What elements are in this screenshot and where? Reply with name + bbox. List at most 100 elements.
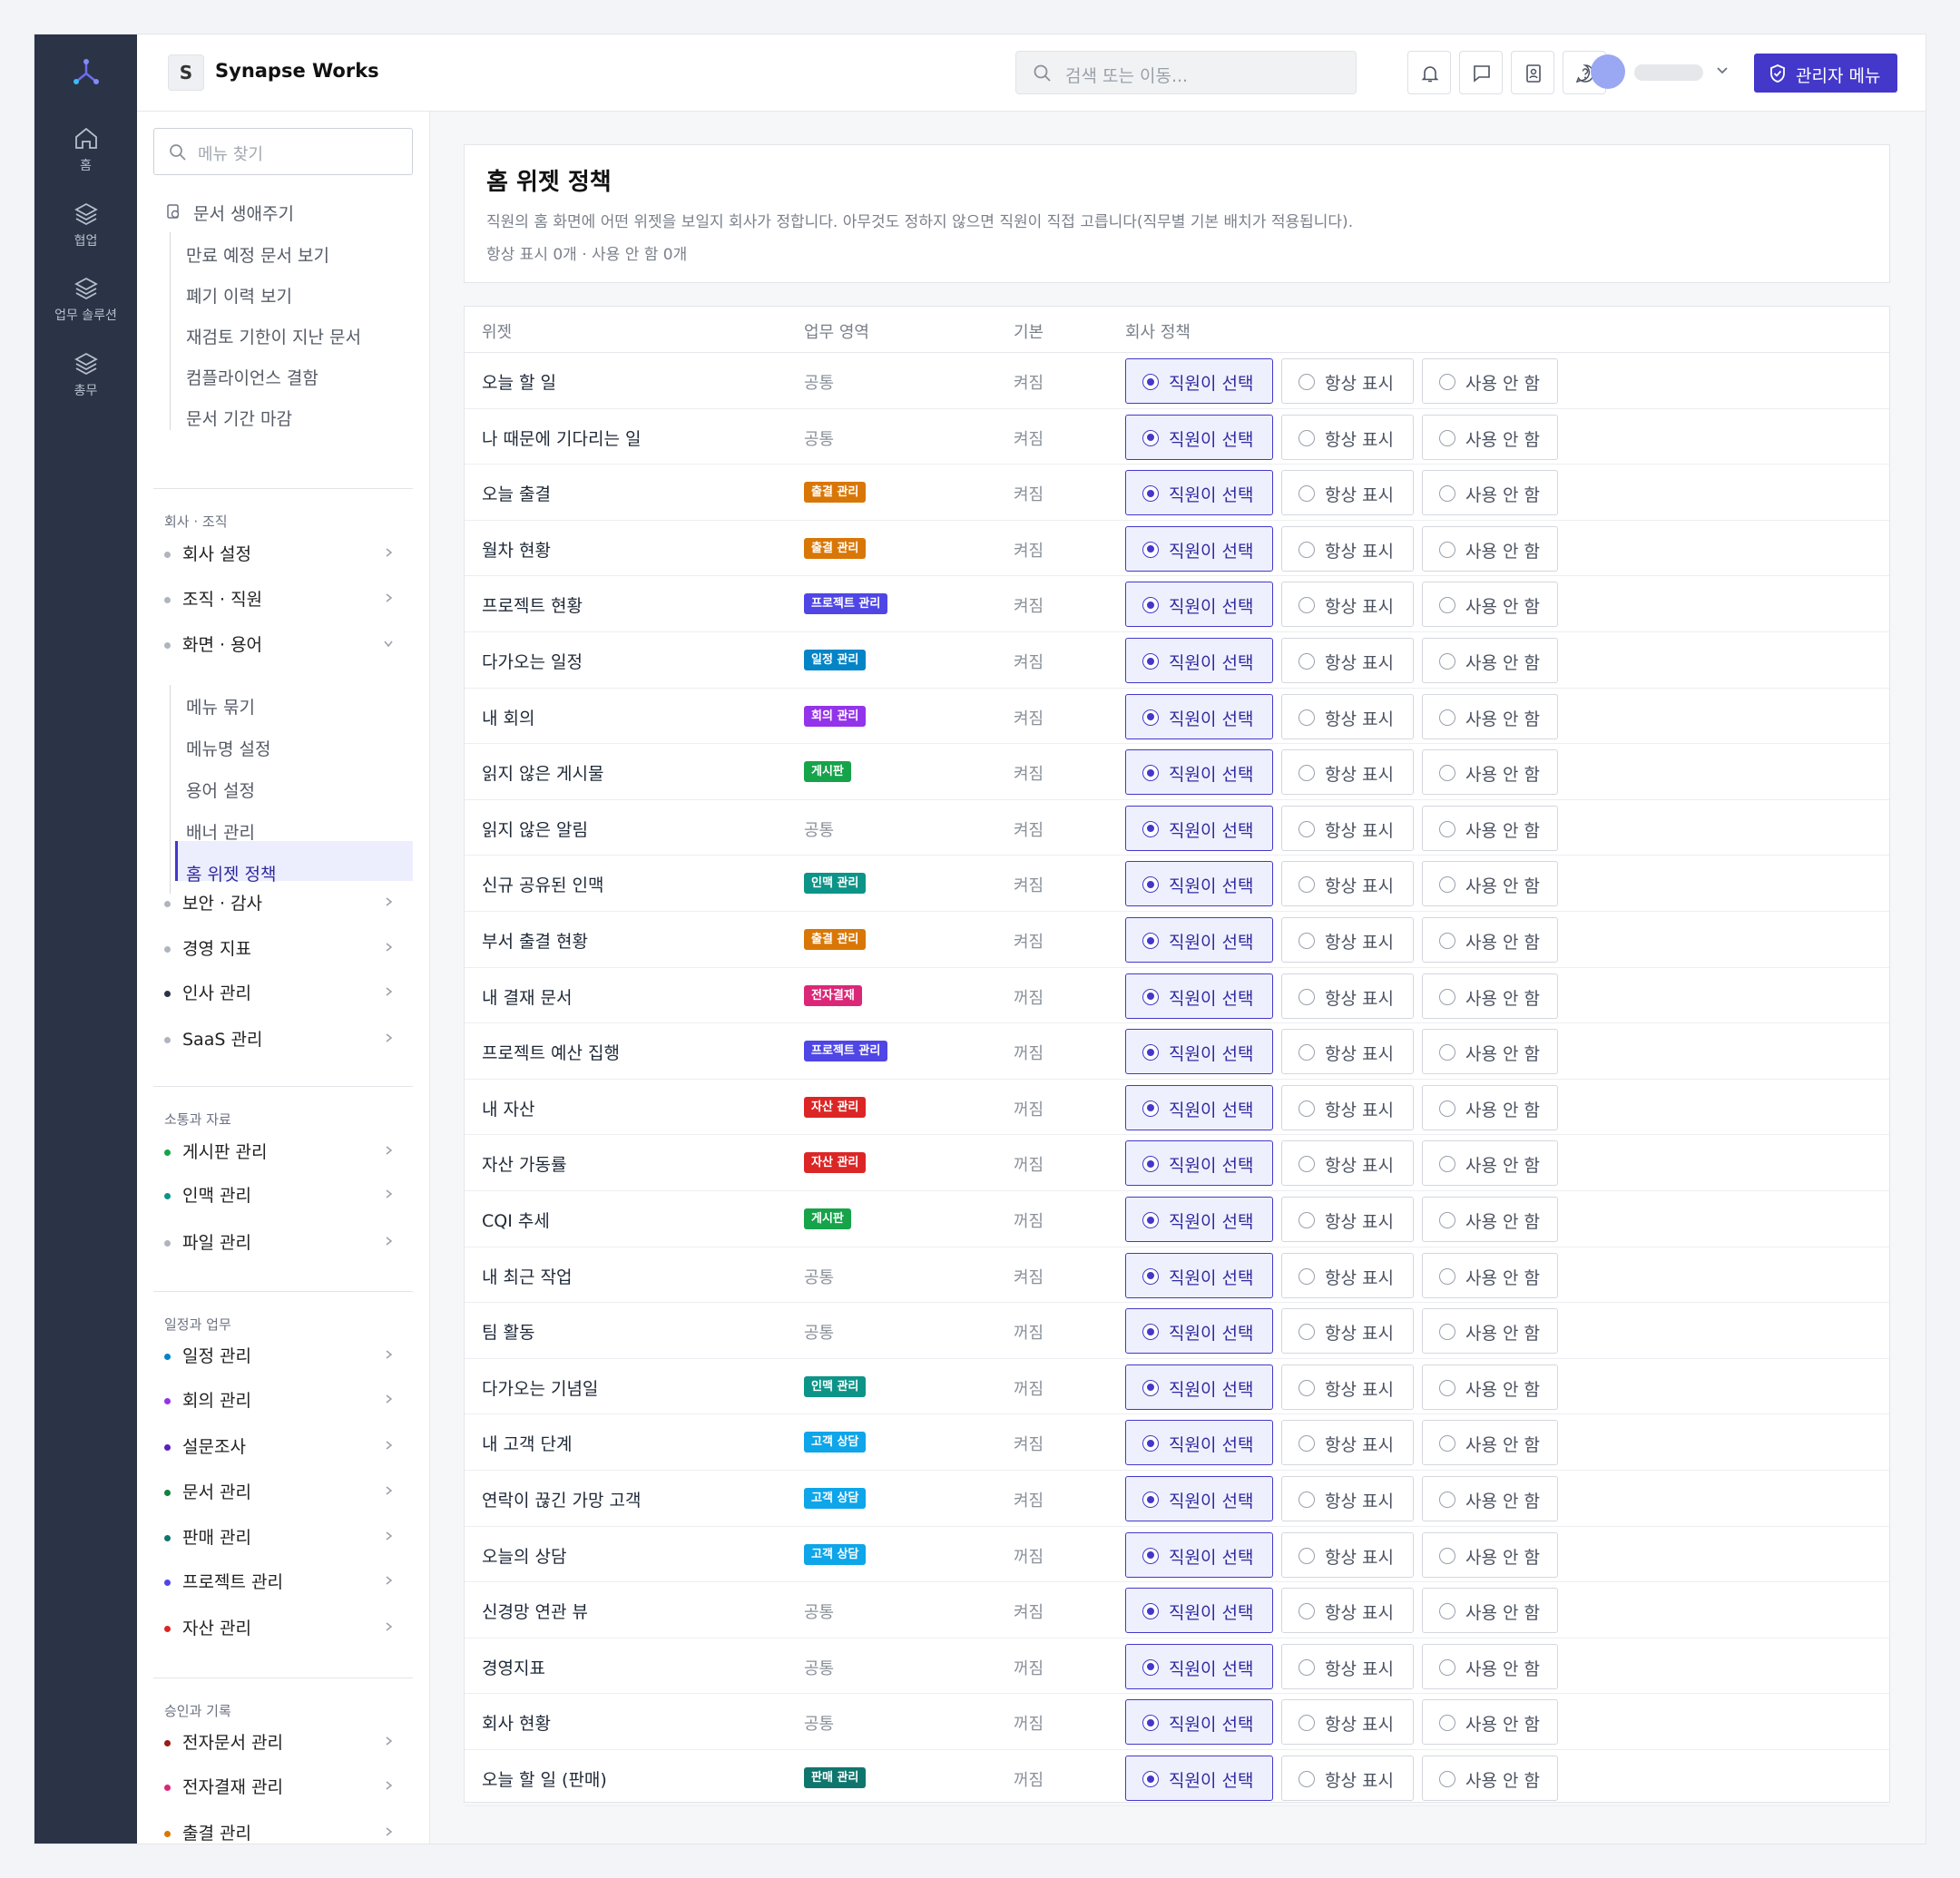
policy-option-always-show[interactable]: 항상 표시 — [1281, 1029, 1414, 1075]
policy-option-disabled[interactable]: 사용 안 함 — [1422, 1588, 1558, 1634]
contacts-button[interactable] — [1511, 51, 1554, 94]
app-logo-icon[interactable] — [71, 56, 102, 87]
policy-option-disabled[interactable]: 사용 안 함 — [1422, 1531, 1558, 1578]
policy-option-disabled[interactable]: 사용 안 함 — [1422, 1420, 1558, 1466]
rail-item-0[interactable]: 홈 — [34, 125, 137, 174]
policy-option-always-show[interactable]: 항상 표시 — [1281, 1643, 1414, 1689]
policy-option-disabled[interactable]: 사용 안 함 — [1422, 805, 1558, 851]
sidebar-item-doc-lifecycle[interactable]: 문서 생애주기 — [193, 201, 294, 225]
policy-option-employee-choice[interactable]: 직원이 선택 — [1125, 1029, 1273, 1075]
policy-option-always-show[interactable]: 항상 표시 — [1281, 525, 1414, 572]
policy-option-always-show[interactable]: 항상 표시 — [1281, 1308, 1414, 1355]
policy-option-employee-choice[interactable]: 직원이 선택 — [1125, 1699, 1273, 1746]
policy-option-employee-choice[interactable]: 직원이 선택 — [1125, 917, 1273, 963]
sidebar-item[interactable]: 경영 지표 — [182, 935, 251, 960]
policy-option-employee-choice[interactable]: 직원이 선택 — [1125, 805, 1273, 851]
policy-option-always-show[interactable]: 항상 표시 — [1281, 861, 1414, 907]
sidebar-item[interactable]: 파일 관리 — [182, 1229, 251, 1254]
sidebar-item[interactable]: 인사 관리 — [182, 980, 251, 1004]
policy-option-employee-choice[interactable]: 직원이 선택 — [1125, 1084, 1273, 1130]
policy-option-always-show[interactable]: 항상 표시 — [1281, 358, 1414, 404]
policy-option-always-show[interactable]: 항상 표시 — [1281, 1252, 1414, 1298]
policy-option-employee-choice[interactable]: 직원이 선택 — [1125, 1643, 1273, 1689]
policy-option-always-show[interactable]: 항상 표시 — [1281, 414, 1414, 460]
messages-button[interactable] — [1459, 51, 1503, 94]
sidebar-subitem[interactable]: 폐기 이력 보기 — [186, 283, 292, 308]
policy-option-always-show[interactable]: 항상 표시 — [1281, 973, 1414, 1019]
policy-option-always-show[interactable]: 항상 표시 — [1281, 1588, 1414, 1634]
policy-option-employee-choice[interactable]: 직원이 선택 — [1125, 693, 1273, 739]
sidebar-subitem[interactable]: 메뉴 묶기 — [186, 694, 255, 719]
sidebar-item[interactable]: 문서 관리 — [182, 1479, 251, 1503]
policy-option-employee-choice[interactable]: 직원이 선택 — [1125, 1531, 1273, 1578]
policy-option-employee-choice[interactable]: 직원이 선택 — [1125, 1476, 1273, 1521]
policy-option-disabled[interactable]: 사용 안 함 — [1422, 1643, 1558, 1689]
policy-option-always-show[interactable]: 항상 표시 — [1281, 693, 1414, 739]
rail-item-3[interactable]: 총무 — [34, 350, 137, 399]
workspace-name[interactable]: Synapse Works — [215, 60, 379, 82]
policy-option-disabled[interactable]: 사용 안 함 — [1422, 1476, 1558, 1521]
policy-option-disabled[interactable]: 사용 안 함 — [1422, 1699, 1558, 1746]
sidebar-item[interactable]: 프로젝트 관리 — [182, 1569, 283, 1593]
user-name-redacted[interactable] — [1634, 64, 1703, 81]
policy-option-employee-choice[interactable]: 직원이 선택 — [1125, 470, 1273, 516]
sidebar-item[interactable]: 일정 관리 — [182, 1343, 251, 1367]
sidebar-subitem[interactable]: 메뉴명 설정 — [186, 736, 270, 760]
policy-option-employee-choice[interactable]: 직원이 선택 — [1125, 1588, 1273, 1634]
policy-option-disabled[interactable]: 사용 안 함 — [1422, 1197, 1558, 1242]
policy-option-employee-choice[interactable]: 직원이 선택 — [1125, 1197, 1273, 1242]
policy-option-always-show[interactable]: 항상 표시 — [1281, 1084, 1414, 1130]
policy-option-disabled[interactable]: 사용 안 함 — [1422, 470, 1558, 516]
policy-option-disabled[interactable]: 사용 안 함 — [1422, 1140, 1558, 1187]
policy-option-employee-choice[interactable]: 직원이 선택 — [1125, 638, 1273, 683]
policy-option-employee-choice[interactable]: 직원이 선택 — [1125, 1308, 1273, 1355]
policy-option-disabled[interactable]: 사용 안 함 — [1422, 1756, 1558, 1801]
policy-option-always-show[interactable]: 항상 표시 — [1281, 1420, 1414, 1466]
sidebar-item[interactable]: 판매 관리 — [182, 1524, 251, 1549]
policy-option-employee-choice[interactable]: 직원이 선택 — [1125, 358, 1273, 404]
global-search-input[interactable]: 검색 또는 이동... — [1015, 51, 1357, 94]
sidebar-item[interactable]: 화면 · 용어 — [182, 631, 262, 656]
sidebar-subitem[interactable]: 컴플라이언스 결함 — [186, 365, 318, 389]
sidebar-item[interactable]: 자산 관리 — [182, 1615, 251, 1639]
policy-option-disabled[interactable]: 사용 안 함 — [1422, 973, 1558, 1019]
policy-option-disabled[interactable]: 사용 안 함 — [1422, 749, 1558, 796]
policy-option-employee-choice[interactable]: 직원이 선택 — [1125, 525, 1273, 572]
user-avatar[interactable] — [1591, 54, 1625, 89]
policy-option-disabled[interactable]: 사용 안 함 — [1422, 1084, 1558, 1130]
rail-item-1[interactable]: 협업 — [34, 201, 137, 249]
admin-menu-button[interactable]: 관리자 메뉴 — [1754, 54, 1897, 93]
sidebar-subitem-active[interactable]: 홈 위젯 정책 — [186, 861, 276, 885]
policy-option-employee-choice[interactable]: 직원이 선택 — [1125, 749, 1273, 796]
sidebar-item[interactable]: 설문조사 — [182, 1433, 246, 1458]
sidebar-item[interactable]: 전자결재 관리 — [182, 1774, 283, 1798]
sidebar-item[interactable]: 회사 설정 — [182, 541, 251, 565]
notifications-button[interactable] — [1407, 51, 1451, 94]
policy-option-employee-choice[interactable]: 직원이 선택 — [1125, 582, 1273, 628]
policy-option-always-show[interactable]: 항상 표시 — [1281, 1531, 1414, 1578]
policy-option-disabled[interactable]: 사용 안 함 — [1422, 525, 1558, 572]
policy-option-always-show[interactable]: 항상 표시 — [1281, 1364, 1414, 1410]
policy-option-always-show[interactable]: 항상 표시 — [1281, 1699, 1414, 1746]
policy-option-always-show[interactable]: 항상 표시 — [1281, 638, 1414, 683]
policy-option-employee-choice[interactable]: 직원이 선택 — [1125, 1140, 1273, 1187]
sidebar-item[interactable]: 인맥 관리 — [182, 1182, 251, 1207]
sidebar-item[interactable]: 게시판 관리 — [182, 1139, 267, 1163]
sidebar-subitem[interactable]: 배너 관리 — [186, 819, 255, 844]
policy-option-employee-choice[interactable]: 직원이 선택 — [1125, 1364, 1273, 1410]
sidebar-item[interactable]: SaaS 관리 — [182, 1026, 262, 1051]
sidebar-subitem[interactable]: 용어 설정 — [186, 778, 255, 802]
chevron-down-icon[interactable] — [1714, 62, 1730, 78]
policy-option-disabled[interactable]: 사용 안 함 — [1422, 1308, 1558, 1355]
rail-item-2[interactable]: 업무 솔루션 — [34, 275, 137, 324]
policy-option-always-show[interactable]: 항상 표시 — [1281, 1140, 1414, 1187]
menu-search-input[interactable]: 메뉴 찾기 — [153, 128, 413, 175]
sidebar-item[interactable]: 회의 관리 — [182, 1387, 251, 1412]
sidebar-subitem[interactable]: 문서 기간 마감 — [186, 406, 292, 430]
policy-option-employee-choice[interactable]: 직원이 선택 — [1125, 1252, 1273, 1298]
policy-option-employee-choice[interactable]: 직원이 선택 — [1125, 973, 1273, 1019]
policy-option-disabled[interactable]: 사용 안 함 — [1422, 693, 1558, 739]
policy-option-always-show[interactable]: 항상 표시 — [1281, 582, 1414, 628]
policy-option-disabled[interactable]: 사용 안 함 — [1422, 1364, 1558, 1410]
policy-option-disabled[interactable]: 사용 안 함 — [1422, 861, 1558, 907]
